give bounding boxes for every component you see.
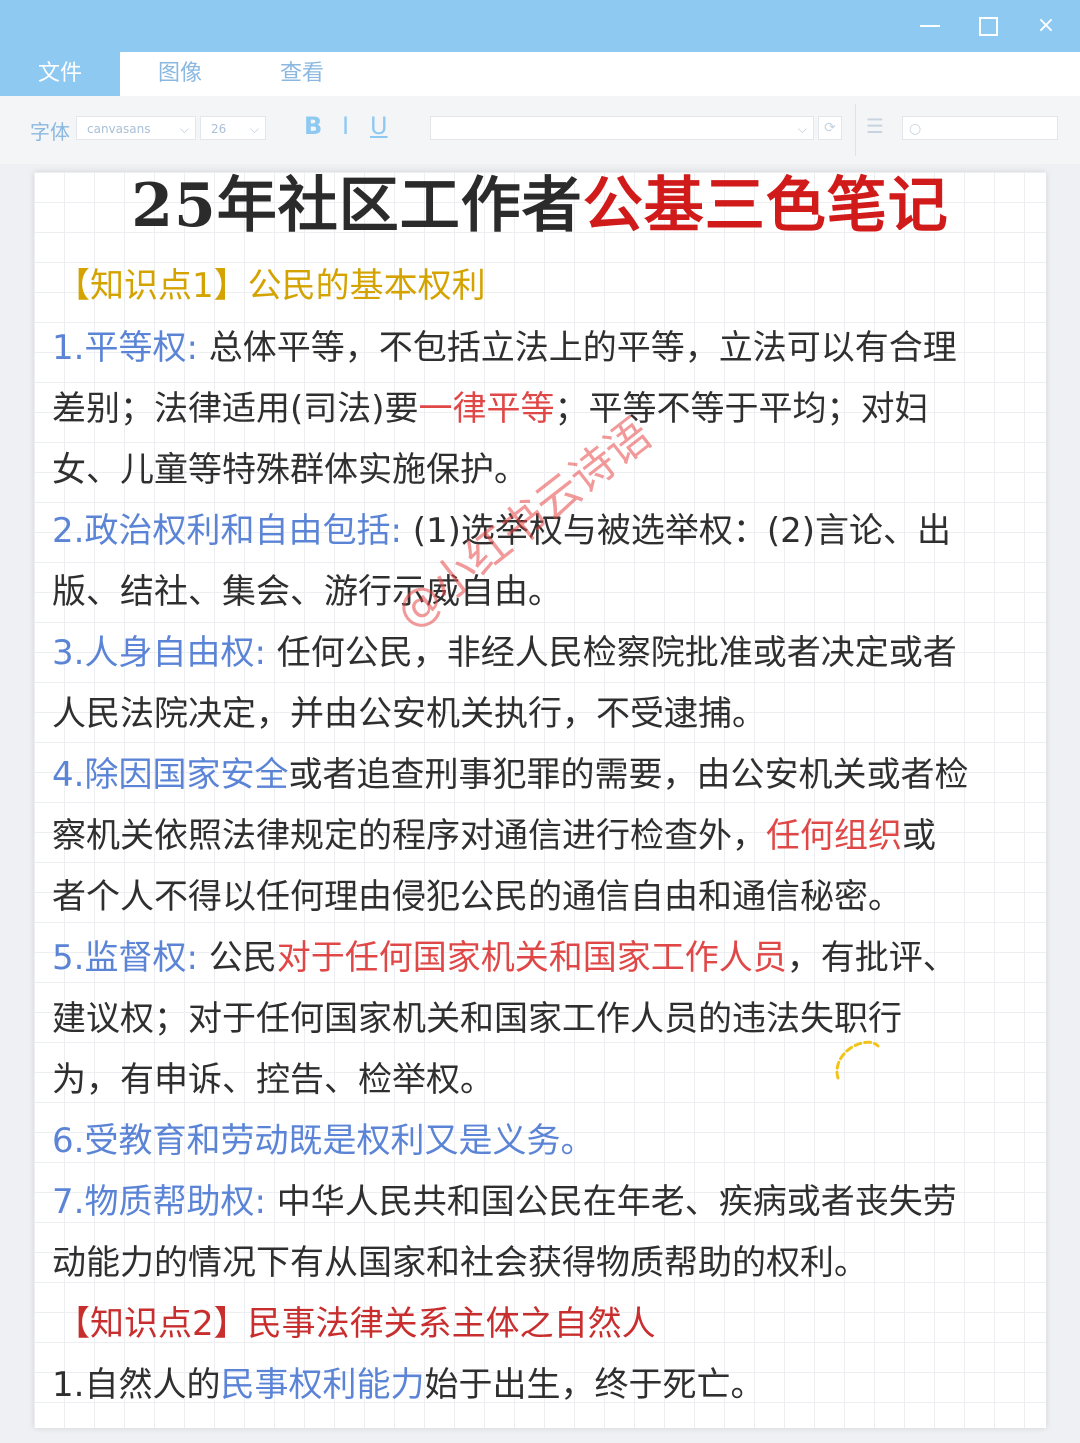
item-text: 公民 xyxy=(197,938,277,978)
highlight-text: 任何组织 xyxy=(766,816,902,856)
text-line: 差别；法律适用(司法)要一律平等；平等不等于平均；对妇 xyxy=(52,387,929,431)
text-line: 1.自然人的民事权利能力始于出生，终于死亡。 xyxy=(52,1363,764,1407)
font-family-select[interactable]: canvasans ⌵ xyxy=(76,116,196,140)
toolbar-divider xyxy=(855,104,856,156)
section2-heading: 【知识点2】民事法律关系主体之自然人 xyxy=(56,1304,656,1344)
item-text: 或 xyxy=(902,816,936,856)
item-text: ，有批评、 xyxy=(786,938,957,978)
item-label: 3.人身自由权: xyxy=(52,633,266,673)
section1-heading: 【知识点1】公民的基本权利 xyxy=(56,266,486,306)
highlight-text: 民事权利能力 xyxy=(220,1365,425,1405)
item-text: 差别；法律适用(司法)要 xyxy=(52,389,419,429)
item-text: 中华人民共和国公民在年老、疾病或者丧失劳 xyxy=(265,1182,957,1222)
text-line: 者个人不得以任何理由侵犯公民的通信自由和通信秘密。 xyxy=(52,877,902,917)
text-line: 女、儿童等特殊群体实施保护。 xyxy=(52,450,528,490)
text-line: 5.监督权: 公民对于任何国家机关和国家工作人员，有批评、 xyxy=(52,936,957,980)
scribble-icon xyxy=(835,1040,880,1080)
menu-bar: 文件 图像 查看 xyxy=(0,52,1080,96)
style-select[interactable]: ⌵ xyxy=(430,116,814,140)
search-input[interactable]: ○ xyxy=(902,116,1058,140)
text-line: 建议权；对于任何国家机关和国家工作人员的违法失职行 xyxy=(52,999,902,1039)
text-line: 人民法院决定，并由公安机关执行，不受逮捕。 xyxy=(52,694,766,734)
close-button[interactable]: × xyxy=(1028,8,1064,44)
chevron-down-icon: ⌵ xyxy=(797,122,807,136)
highlight-text: 一律平等 xyxy=(418,389,555,429)
text-line: 察机关依照法律规定的程序对通信进行检查外，任何组织或 xyxy=(52,814,936,858)
menu-view[interactable]: 查看 xyxy=(242,52,362,96)
document-title: 25年社区工作者公基三色笔记 xyxy=(0,170,1080,242)
title-red-part: 公基三色笔记 xyxy=(582,171,949,241)
font-size-value: 26 xyxy=(211,122,227,136)
item-text: 任何公民，非经人民检察院批准或者决定或者 xyxy=(265,633,957,673)
search-icon: ○ xyxy=(909,121,922,137)
text-line: 1.平等权: 总体平等，不包括立法上的平等，立法可以有合理 xyxy=(52,326,957,370)
text-line: 动能力的情况下有从国家和社会获得物质帮助的权利。 xyxy=(52,1243,868,1283)
chevron-down-icon: ⌵ xyxy=(249,122,259,136)
item-label: 5.监督权: xyxy=(52,938,198,978)
minimize-button[interactable] xyxy=(912,8,948,44)
item-text: 始于出生，终于死亡。 xyxy=(424,1365,765,1405)
item-label: 4.除因国家安全 xyxy=(52,755,289,795)
item-label: 2.政治权利和自由包括: xyxy=(52,511,402,551)
highlight-text: 对于任何国家机关和国家工作人员 xyxy=(276,938,787,978)
item-text: 或者追查刑事犯罪的需要，由公安机关或者检 xyxy=(288,755,969,795)
bold-button[interactable]: B xyxy=(304,112,322,140)
text-line: 6.受教育和劳动既是权利又是义务。 xyxy=(52,1121,595,1161)
text-line: 3.人身自由权: 任何公民，非经人民检察院批准或者决定或者 xyxy=(52,631,957,675)
italic-button[interactable]: I xyxy=(342,112,349,140)
item-text: 察机关依照法律规定的程序对通信进行检查外， xyxy=(52,816,766,856)
toolbar: 字体 canvasans ⌵ 26 ⌵ B I U ⌵ ⟳ ☰ ○ xyxy=(0,96,1080,164)
font-size-select[interactable]: 26 ⌵ xyxy=(200,116,266,140)
maximize-button[interactable] xyxy=(970,8,1006,44)
font-family-value: canvasans xyxy=(87,122,151,136)
refresh-icon[interactable]: ⟳ xyxy=(818,116,842,140)
title-bar: × xyxy=(0,0,1080,52)
menu-file[interactable]: 文件 xyxy=(0,52,120,96)
underline-button[interactable]: U xyxy=(370,112,388,140)
font-label: 字体 xyxy=(30,120,70,144)
menu-image[interactable]: 图像 xyxy=(120,52,240,96)
title-black-part: 25年社区工作者 xyxy=(131,171,583,241)
text-line: 4.除因国家安全或者追查刑事犯罪的需要，由公安机关或者检 xyxy=(52,753,968,797)
text-line: 7.物质帮助权: 中华人民共和国公民在年老、疾病或者丧失劳 xyxy=(52,1180,957,1224)
item-text: 1.自然人的 xyxy=(52,1365,221,1405)
item-label: 1.平等权: xyxy=(52,328,198,368)
text-line: 为，有申诉、控告、检举权。 xyxy=(52,1060,494,1100)
item-text: 总体平等，不包括立法上的平等，立法可以有合理 xyxy=(197,328,957,368)
chevron-down-icon: ⌵ xyxy=(179,122,189,136)
item-label: 7.物质帮助权: xyxy=(52,1182,266,1222)
list-icon[interactable]: ☰ xyxy=(866,114,884,138)
